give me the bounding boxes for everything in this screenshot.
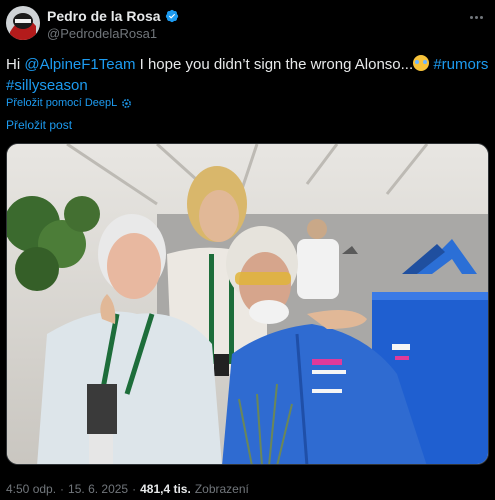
translate-post-link[interactable]: Přeložit post — [6, 118, 72, 132]
hashtag-sillyseason[interactable]: #sillyseason — [6, 77, 88, 94]
post-meta: 4:50 odp. · 15. 6. 2025 · 481,4 tis. Zob… — [6, 482, 249, 496]
name-row: Pedro de la Rosa — [47, 8, 179, 24]
meta-separator: · — [132, 482, 137, 496]
handle[interactable]: @PedrodelaRosa1 — [47, 26, 179, 41]
hashtag-rumors[interactable]: #rumors — [433, 56, 488, 73]
views-count[interactable]: 481,4 tis. — [140, 482, 191, 496]
meta-separator: · — [60, 482, 65, 496]
tweet-text: Hi @AlpineF1Team I hope you didn’t sign … — [6, 54, 491, 96]
tweet-text-intro: Hi — [6, 56, 25, 73]
laughing-emoji-icon — [413, 55, 430, 71]
translate-deepl-label: Přeložit pomocí DeepL — [6, 97, 118, 109]
post-date[interactable]: 15. 6. 2025 — [68, 482, 128, 496]
more-options-icon[interactable] — [465, 8, 487, 26]
tweet-text-body: I hope you didn’t sign the wrong Alonso.… — [135, 56, 414, 73]
avatar[interactable] — [6, 6, 40, 40]
post-header: Pedro de la Rosa @PedrodelaRosa1 — [6, 6, 489, 46]
avatar-image — [6, 6, 40, 40]
gear-icon[interactable] — [121, 98, 132, 109]
translate-deepl-link[interactable]: Přeložit pomocí DeepL — [6, 97, 132, 109]
post-photo[interactable] — [6, 143, 489, 465]
display-name[interactable]: Pedro de la Rosa — [47, 8, 161, 24]
views-label: Zobrazení — [194, 482, 249, 496]
photo-scene — [7, 144, 488, 464]
mention-link[interactable]: @AlpineF1Team — [24, 56, 135, 73]
post-time[interactable]: 4:50 odp. — [6, 482, 56, 496]
author-block: Pedro de la Rosa @PedrodelaRosa1 — [47, 8, 179, 41]
verified-badge-icon[interactable] — [165, 9, 179, 23]
